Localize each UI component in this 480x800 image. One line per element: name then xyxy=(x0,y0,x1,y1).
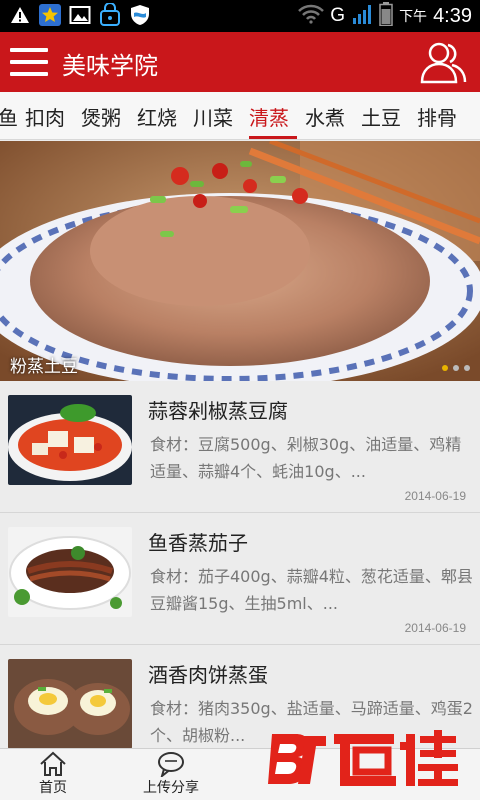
recipe-date: 2014-06-19 xyxy=(404,489,466,503)
star-icon xyxy=(38,3,62,27)
tab-item[interactable]: 土豆 xyxy=(361,102,401,131)
tab-item[interactable]: 排骨 xyxy=(417,102,457,131)
recipe-thumbnail xyxy=(8,659,132,749)
tab-item[interactable]: 扣肉 xyxy=(25,102,65,131)
signal-icon xyxy=(351,3,373,29)
status-time: 4:39 xyxy=(433,4,472,27)
home-icon xyxy=(39,751,67,777)
nav-upload-share-label: 上传分享 xyxy=(143,780,199,796)
app-title: 美味学院 xyxy=(62,52,158,80)
tab-item[interactable]: 水煮 xyxy=(305,102,345,131)
category-tabs: 鱼 扣肉 煲粥 红烧 川菜 清蒸 水煮 土豆 排骨 xyxy=(0,92,480,140)
user-icon[interactable] xyxy=(418,40,468,84)
shield-icon xyxy=(128,3,152,27)
warning-icon xyxy=(8,3,32,27)
featured-banner[interactable]: 粉蒸土豆 xyxy=(0,141,480,381)
battery-icon xyxy=(379,2,393,30)
recipe-item[interactable]: 鱼香蒸茄子 食材：茄子400g、蒜瓣4粒、葱花适量、郫县豆瓣酱15g、生抽5ml… xyxy=(0,513,480,645)
banner-image xyxy=(0,141,480,381)
pagination-dot xyxy=(453,365,459,371)
nav-home[interactable]: 首页 xyxy=(13,749,93,800)
app-header: 美味学院 xyxy=(0,32,480,92)
banner-pagination xyxy=(442,365,470,371)
pagination-dot xyxy=(464,365,470,371)
key-icon xyxy=(98,3,122,27)
recipe-title: 蒜蓉剁椒蒸豆腐 xyxy=(148,399,288,423)
tab-item[interactable]: 红烧 xyxy=(137,102,177,131)
recipe-title: 鱼香蒸茄子 xyxy=(148,531,248,555)
recipe-item[interactable]: 蒜蓉剁椒蒸豆腐 食材：豆腐500g、剁椒30g、油适量、鸡精适量、蒜瓣4个、蚝油… xyxy=(0,381,480,513)
tab-item[interactable]: 煲粥 xyxy=(81,102,121,131)
status-ampm: 下午 xyxy=(399,9,428,25)
image-icon xyxy=(68,3,92,27)
status-bar: G 下午 4:39 xyxy=(0,0,480,32)
recipe-title: 酒香肉饼蒸蛋 xyxy=(148,663,268,687)
app-screen: G 下午 4:39 美味学院 鱼 扣肉 煲粥 红烧 川菜 清蒸 水煮 土豆 排骨… xyxy=(0,0,480,800)
recipe-date: 2014-06-19 xyxy=(404,621,466,635)
watermark-logo xyxy=(266,728,462,790)
tab-item-active[interactable]: 清蒸 xyxy=(249,102,289,131)
tab-item[interactable]: 川菜 xyxy=(193,102,233,131)
chat-bubble-icon xyxy=(157,751,185,779)
recipe-ingredients: 食材：茄子400g、蒜瓣4粒、葱花适量、郫县豆瓣酱15g、生抽5ml、... xyxy=(150,567,473,613)
recipe-thumbnail xyxy=(8,395,132,485)
active-tab-indicator xyxy=(249,136,297,139)
wifi-icon xyxy=(298,4,325,28)
menu-icon[interactable] xyxy=(10,46,48,78)
pagination-dot-active xyxy=(442,365,448,371)
nav-upload-share[interactable]: 上传分享 xyxy=(131,749,211,800)
nav-home-label: 首页 xyxy=(39,780,67,796)
network-type: G xyxy=(330,5,346,26)
banner-caption: 粉蒸土豆 xyxy=(10,357,78,377)
recipe-ingredients: 食材：豆腐500g、剁椒30g、油适量、鸡精适量、蒜瓣4个、蚝油10g、... xyxy=(150,435,462,481)
tab-item[interactable]: 鱼 xyxy=(0,102,18,131)
recipe-thumbnail xyxy=(8,527,132,617)
